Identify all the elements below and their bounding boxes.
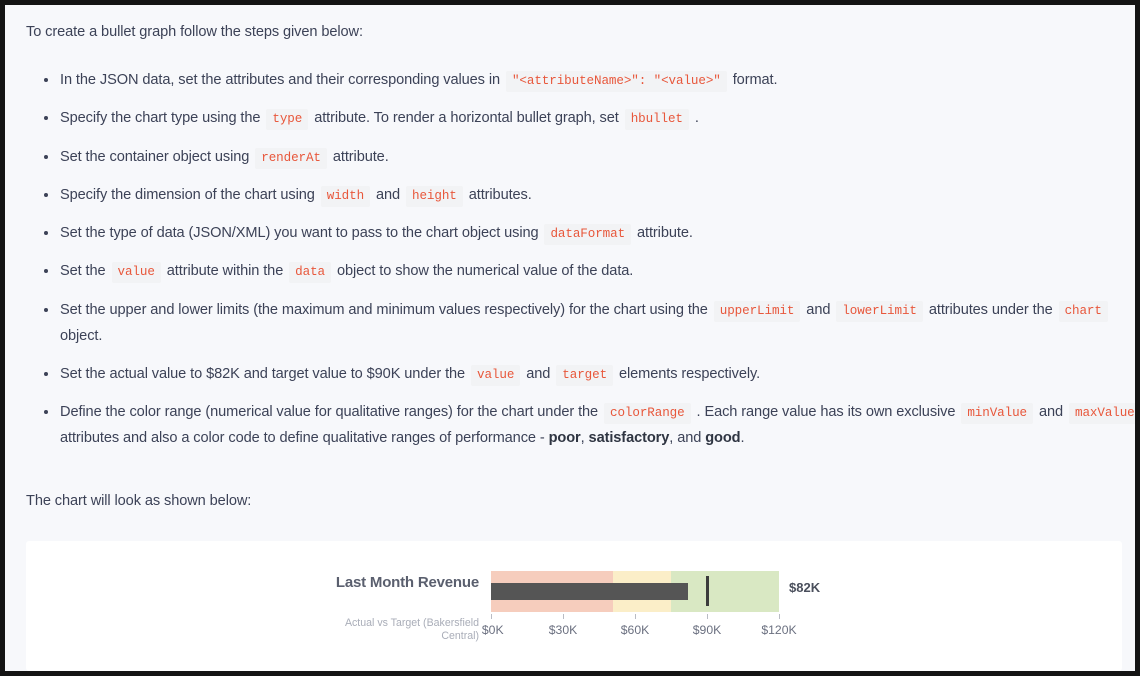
code-chip: height — [406, 186, 463, 207]
axis-tick-label: $0K — [482, 623, 504, 637]
step-text: and — [522, 366, 554, 382]
emphasis-text: good — [705, 430, 740, 446]
step-text: In the JSON data, set the attributes and… — [60, 72, 504, 88]
step-text: Set the type of data (JSON/XML) you want… — [60, 225, 542, 241]
step-color-range: Define the color range (numerical value … — [60, 399, 1135, 451]
step-value-attribute: Set the value attribute within the data … — [60, 258, 1135, 284]
bullet-graph: Last Month Revenue Actual vs Target (Bake… — [26, 541, 1122, 671]
step-dimensions: Specify the dimension of the chart using… — [60, 182, 1135, 208]
step-render-at: Set the container object using renderAt … — [60, 144, 1135, 170]
code-chip: dataFormat — [544, 224, 631, 245]
emphasis-text: satisfactory — [589, 430, 670, 446]
step-text: . — [691, 110, 699, 126]
step-text: attributes and also a color code to defi… — [60, 430, 549, 446]
code-chip: target — [556, 365, 613, 386]
code-chip: hbullet — [625, 109, 689, 130]
step-text: attribute. — [329, 149, 389, 165]
step-text: . — [740, 430, 744, 446]
chart-subtitle: Actual vs Target (Bakersfield Central) — [311, 617, 479, 643]
code-chip: "<attributeName>": "<value>" — [506, 71, 727, 92]
step-text: Set the — [60, 263, 110, 279]
axis-tick-label: $30K — [549, 623, 577, 637]
axis-tick — [563, 614, 564, 619]
axis-tick-label: $90K — [693, 623, 721, 637]
step-text: and — [372, 187, 404, 203]
chart-card: Last Month Revenue Actual vs Target (Bake… — [26, 541, 1122, 671]
axis-tick — [491, 614, 492, 619]
step-text: attributes under the — [925, 302, 1057, 318]
step-text: attribute. — [633, 225, 693, 241]
step-data-format: Set the type of data (JSON/XML) you want… — [60, 220, 1135, 246]
code-chip: lowerLimit — [836, 301, 923, 322]
step-text: attribute within the — [163, 263, 287, 279]
step-text: attributes. — [465, 187, 532, 203]
code-chip: renderAt — [255, 148, 327, 169]
steps-list: In the JSON data, set the attributes and… — [26, 67, 1135, 464]
code-chip: chart — [1059, 301, 1108, 322]
step-text: and — [802, 302, 834, 318]
step-text: , — [581, 430, 589, 446]
page-frame: To create a bullet graph follow the step… — [5, 5, 1135, 671]
step-text: object. — [60, 328, 102, 344]
value-bar — [491, 583, 688, 600]
axis-tick-label: $60K — [621, 623, 649, 637]
step-json-attributes: In the JSON data, set the attributes and… — [60, 67, 1135, 93]
step-text: Set the container object using — [60, 149, 253, 165]
code-chip: data — [289, 262, 331, 283]
emphasis-text: poor — [549, 430, 581, 446]
value-label: $82K — [789, 580, 820, 595]
code-chip: minValue — [961, 403, 1033, 424]
code-chip: colorRange — [604, 403, 691, 424]
chart-title: Last Month Revenue — [311, 572, 479, 593]
step-actual-target: Set the actual value to $82K and target … — [60, 361, 1135, 387]
code-chip: width — [321, 186, 370, 207]
step-text: format. — [729, 72, 778, 88]
step-text: , and — [669, 430, 705, 446]
step-text: attribute. To render a horizontal bullet… — [310, 110, 622, 126]
step-text: Specify the dimension of the chart using — [60, 187, 319, 203]
step-text: elements respectively. — [615, 366, 760, 382]
axis-tick — [707, 614, 708, 619]
intro-paragraph: To create a bullet graph follow the step… — [26, 24, 363, 40]
code-chip: value — [112, 262, 161, 283]
step-text: . Each range value has its own exclusive — [693, 404, 960, 420]
step-text: Specify the chart type using the — [60, 110, 264, 126]
step-text: Set the actual value to $82K and target … — [60, 366, 469, 382]
step-text: and — [1035, 404, 1067, 420]
axis-tick — [779, 614, 780, 619]
step-chart-type: Specify the chart type using the type at… — [60, 105, 1135, 131]
code-chip: type — [266, 109, 308, 130]
outro-paragraph: The chart will look as shown below: — [26, 493, 251, 509]
axis-tick — [635, 614, 636, 619]
axis-tick-label: $120K — [761, 623, 796, 637]
code-chip: value — [471, 365, 520, 386]
code-chip: maxValue — [1069, 403, 1135, 424]
step-limits: Set the upper and lower limits (the maxi… — [60, 297, 1135, 349]
step-text: Set the upper and lower limits (the maxi… — [60, 302, 712, 318]
step-text: Define the color range (numerical value … — [60, 404, 602, 420]
code-chip: upperLimit — [714, 301, 801, 322]
target-marker — [706, 576, 709, 606]
step-text: object to show the numerical value of th… — [333, 263, 633, 279]
